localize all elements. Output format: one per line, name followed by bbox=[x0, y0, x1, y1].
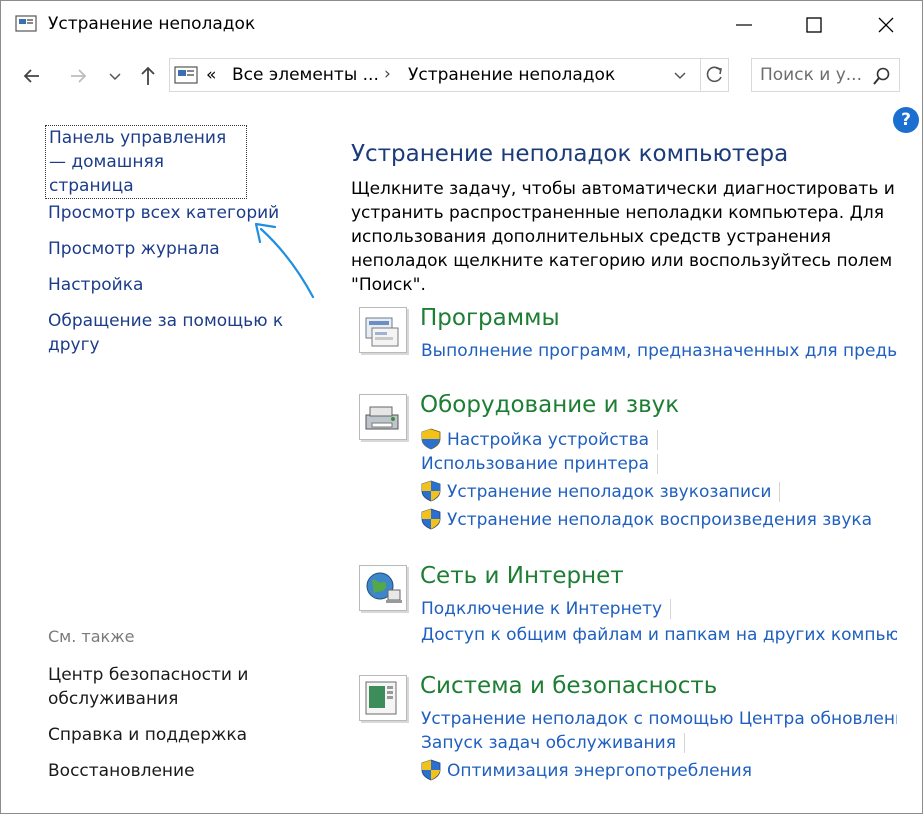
internet-connection-link[interactable]: Подключение к Интернету bbox=[421, 599, 672, 619]
page-title: Устранение неполадок компьютера bbox=[351, 141, 789, 167]
recording-audio-link[interactable]: Устранение неполадок звукозаписи bbox=[421, 480, 781, 502]
uac-shield-icon bbox=[421, 480, 441, 502]
playing-audio-link[interactable]: Устранение неполадок воспроизведения зву… bbox=[421, 508, 872, 530]
chevron-down-icon[interactable] bbox=[672, 68, 688, 84]
control-panel-icon bbox=[15, 15, 37, 32]
system-security-icon[interactable] bbox=[359, 675, 407, 721]
refresh-button[interactable] bbox=[700, 59, 729, 91]
up-arrow-icon bbox=[141, 66, 155, 85]
link-label: Подключение к Интернету bbox=[421, 599, 663, 619]
programs-icon[interactable] bbox=[359, 307, 407, 353]
link-label: Выполнение программ, предназначенных для… bbox=[421, 341, 897, 361]
control-panel-icon bbox=[174, 66, 198, 84]
link-divider bbox=[683, 733, 685, 753]
security-maintenance-link[interactable]: Центр безопасности и обслуживания bbox=[48, 663, 258, 711]
control-panel-home-link[interactable]: Панель управления — домашняя страница bbox=[45, 125, 247, 199]
minimize-icon bbox=[736, 24, 752, 26]
maximize-button[interactable] bbox=[781, 1, 847, 49]
close-icon bbox=[878, 17, 894, 33]
use-printer-link[interactable]: Использование принтера bbox=[421, 454, 659, 474]
window-title: Устранение неполадок bbox=[48, 14, 256, 34]
network-globe-icon[interactable] bbox=[359, 565, 407, 611]
navigation-bar: « Все элементы ... › Устранение неполадо… bbox=[1, 53, 922, 97]
chevron-down-icon bbox=[109, 73, 121, 81]
up-button[interactable] bbox=[135, 63, 161, 89]
shared-folders-link[interactable]: Доступ к общим файлам и папкам на других… bbox=[421, 625, 897, 645]
power-optimization-link[interactable]: Оптимизация энергопотребления bbox=[421, 759, 752, 781]
link-label: Устранение неполадок звукозаписи bbox=[447, 482, 772, 502]
link-divider bbox=[657, 454, 659, 474]
category-title-programs[interactable]: Программы bbox=[420, 305, 560, 331]
breadcrumb-separator[interactable]: › bbox=[384, 64, 391, 84]
hardware-sound-icon[interactable] bbox=[359, 394, 407, 440]
troubleshooting-window: Устранение неполадок « Все элементы ... … bbox=[0, 0, 923, 814]
view-history-link[interactable]: Просмотр журнала bbox=[48, 237, 220, 261]
link-label: Настройка устройства bbox=[447, 430, 650, 450]
back-arrow-icon bbox=[23, 69, 39, 83]
link-label: Использование принтера bbox=[421, 454, 650, 474]
breadcrumb-overflow[interactable]: « bbox=[206, 65, 216, 85]
see-also-heading: См. также bbox=[48, 627, 135, 646]
category-title-network-internet[interactable]: Сеть и Интернет bbox=[420, 563, 624, 589]
breadcrumb-all-items[interactable]: Все элементы ... bbox=[232, 65, 379, 85]
recent-locations-button[interactable] bbox=[107, 63, 123, 89]
link-label: Доступ к общим файлам и папкам на других… bbox=[421, 625, 897, 645]
help-button[interactable]: ? bbox=[893, 107, 919, 133]
ask-friend-link[interactable]: Обращение за помощью к другу bbox=[48, 309, 298, 357]
help-support-link[interactable]: Справка и поддержка bbox=[48, 723, 247, 747]
link-label: Устранение неполадок с помощью Центра об… bbox=[421, 709, 897, 729]
maintenance-tasks-link[interactable]: Запуск задач обслуживания bbox=[421, 733, 685, 753]
run-legacy-programs-link[interactable]: Выполнение программ, предназначенных для… bbox=[421, 341, 897, 361]
recovery-link[interactable]: Восстановление bbox=[48, 759, 195, 783]
breadcrumb-troubleshooting[interactable]: Устранение неполадок bbox=[408, 65, 615, 85]
category-title-system-security[interactable]: Система и безопасность bbox=[420, 673, 717, 699]
settings-link[interactable]: Настройка bbox=[48, 273, 143, 297]
search-box[interactable]: Поиск и у... bbox=[751, 58, 900, 92]
minimize-button[interactable] bbox=[711, 1, 777, 49]
forward-arrow-icon bbox=[71, 69, 87, 83]
title-bar: Устранение неполадок bbox=[1, 1, 922, 49]
link-label: Устранение неполадок воспроизведения зву… bbox=[447, 510, 873, 530]
search-icon[interactable] bbox=[872, 66, 892, 86]
link-divider bbox=[670, 599, 672, 619]
category-title-hardware-sound[interactable]: Оборудование и звук bbox=[420, 392, 679, 418]
link-divider bbox=[779, 482, 781, 502]
maximize-icon bbox=[806, 17, 822, 33]
address-bar[interactable]: « Все элементы ... › Устранение неполадо… bbox=[169, 58, 729, 92]
refresh-icon bbox=[706, 66, 722, 83]
search-placeholder: Поиск и у... bbox=[760, 65, 862, 85]
annotation-arrow-icon bbox=[254, 222, 315, 299]
uac-shield-icon bbox=[421, 759, 441, 781]
uac-shield-icon bbox=[421, 508, 441, 530]
link-label: Запуск задач обслуживания bbox=[421, 733, 676, 753]
forward-button[interactable] bbox=[65, 63, 91, 89]
uac-shield-icon bbox=[421, 428, 441, 450]
configure-device-link[interactable]: Настройка устройства bbox=[421, 428, 659, 450]
link-label: Оптимизация энергопотребления bbox=[447, 761, 752, 781]
page-description: Щелкните задачу, чтобы автоматически диа… bbox=[351, 179, 895, 295]
back-button[interactable] bbox=[19, 63, 45, 89]
windows-update-link[interactable]: Устранение неполадок с помощью Центра об… bbox=[421, 709, 897, 729]
link-divider bbox=[657, 430, 659, 450]
close-button[interactable] bbox=[853, 1, 919, 49]
